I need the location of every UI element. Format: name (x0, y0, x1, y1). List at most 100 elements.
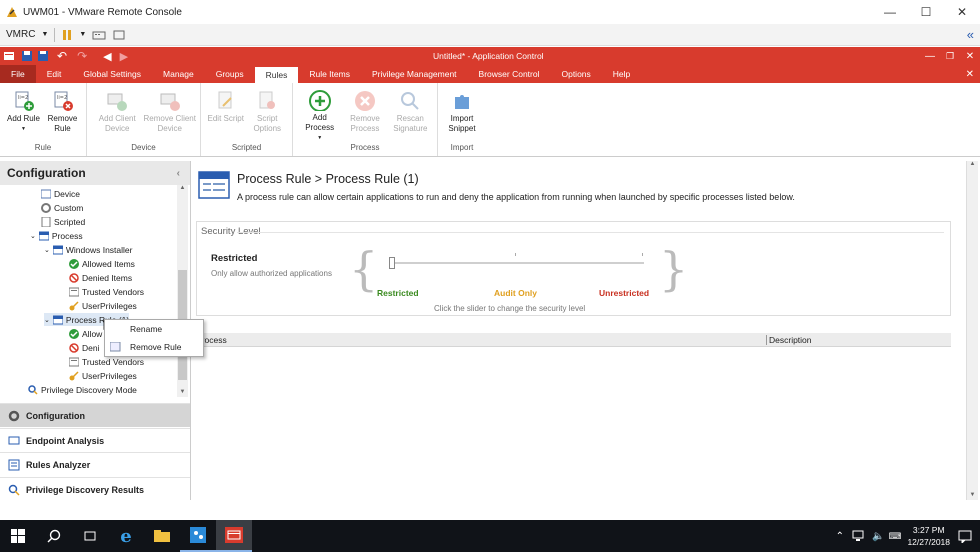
tree-item-user-privileges[interactable]: UserPrivileges (69, 299, 137, 312)
tree-item-denied-items-2[interactable]: Deni (69, 341, 99, 354)
context-menu-remove-rule[interactable]: Remove Rule (105, 338, 203, 356)
tree-item-trusted-vendors[interactable]: Trusted Vendors (69, 285, 144, 298)
taskbar-ie[interactable]: e (108, 520, 144, 552)
menu-groups[interactable]: Groups (205, 65, 255, 83)
show-hidden-icons-icon[interactable]: ⌃ (836, 531, 844, 542)
tree-item-windows-installer[interactable]: ⌄ Windows Installer (44, 243, 132, 256)
undo-icon[interactable]: ↶ (57, 49, 67, 63)
remove-rule-button[interactable]: li=2 Remove Rule (43, 83, 82, 143)
collapse-sidebar-icon[interactable]: ‹ (177, 168, 180, 179)
menu-rules[interactable]: Rules (254, 67, 299, 83)
level-label-audit-only[interactable]: Audit Only (494, 288, 537, 298)
start-button[interactable] (0, 520, 36, 552)
vmrc-toolbar: VMRC ▼ ▼ « (0, 24, 980, 46)
language-indicator[interactable]: ⌨ (888, 531, 901, 542)
menu-file[interactable]: File (0, 65, 36, 83)
chevron-down-icon[interactable]: ▼ (41, 31, 48, 38)
ribbon: li=2 Add Rule ▼ li=2 Remove Rule Rule Add… (0, 83, 980, 157)
tree-item-denied-items[interactable]: Denied Items (69, 271, 132, 284)
edit-script-button[interactable]: Edit Script (205, 83, 247, 143)
ribbon-collapse-icon[interactable]: ✕ (966, 69, 974, 80)
tree-item-allowed-items[interactable]: Allowed Items (69, 257, 135, 270)
app-restore-button[interactable]: ❐ (940, 51, 960, 62)
taskbar-file-explorer[interactable] (144, 520, 180, 552)
script-options-icon (259, 91, 276, 109)
fullscreen-icon[interactable] (112, 29, 126, 41)
security-slider[interactable] (389, 253, 644, 269)
tree-item-user-privileges-2[interactable]: UserPrivileges (69, 369, 137, 382)
menu-privilege-management[interactable]: Privilege Management (361, 65, 468, 83)
remove-client-device-button[interactable]: Remove Client Device (144, 83, 197, 143)
security-level-name: Restricted (211, 253, 258, 264)
taskbar-application-control[interactable] (216, 520, 252, 552)
level-label-unrestricted[interactable]: Unrestricted (599, 288, 649, 298)
menu-help[interactable]: Help (602, 65, 641, 83)
expand-icon[interactable]: ⌄ (30, 232, 36, 240)
slider-thumb[interactable] (389, 257, 395, 269)
scroll-down-icon[interactable]: ▼ (967, 492, 978, 498)
analyzer-icon (8, 459, 20, 470)
menu-global-settings[interactable]: Global Settings (72, 65, 152, 83)
main-panel: Process Rule > Process Rule (1) A proces… (195, 161, 967, 500)
nav-privilege-discovery-results[interactable]: Privilege Discovery Results (0, 477, 190, 501)
vmrc-title-bar: UWM01 - VMware Remote Console — ☐ ✕ (0, 0, 980, 24)
scroll-up-icon[interactable]: ▲ (177, 185, 188, 191)
search-button[interactable] (36, 520, 72, 552)
column-header-description[interactable]: Description (766, 335, 812, 345)
remove-rule-icon: li=2 (54, 91, 73, 111)
import-snippet-button[interactable]: Import Snippet (442, 83, 482, 143)
nav-endpoint-analysis[interactable]: Endpoint Analysis (0, 428, 190, 452)
forward-icon[interactable]: ▶ (120, 50, 128, 63)
menu-browser-control[interactable]: Browser Control (468, 65, 551, 83)
level-label-restricted[interactable]: Restricted (377, 288, 419, 298)
back-icon[interactable]: ◀ (103, 50, 111, 63)
expand-icon[interactable]: ⌄ (44, 316, 50, 324)
task-view-button[interactable] (72, 520, 108, 552)
app-minimize-button[interactable]: — (920, 51, 940, 62)
main-scrollbar[interactable]: ▲ ▼ (966, 161, 978, 500)
nav-configuration[interactable]: Configuration (0, 403, 190, 427)
minimize-button[interactable]: — (872, 0, 908, 24)
expand-icon[interactable]: ⌄ (44, 246, 50, 254)
menu-options[interactable]: Options (550, 65, 601, 83)
close-button[interactable]: ✕ (944, 0, 980, 24)
tree-item-privilege-discovery-mode[interactable]: Privilege Discovery Mode (28, 383, 137, 396)
add-client-device-button[interactable]: Add Client Device (91, 83, 144, 143)
tree-item-process[interactable]: ⌄ Process (30, 229, 83, 242)
tree-item-device[interactable]: Device (41, 187, 80, 200)
nav-rules-analyzer[interactable]: Rules Analyzer (0, 452, 190, 476)
tree-scrollbar[interactable]: ▲ ▼ (177, 185, 188, 397)
script-options-button[interactable]: Script Options (247, 83, 289, 143)
tree-item-allowed-items-2[interactable]: Allow (69, 327, 102, 340)
network-icon[interactable] (852, 530, 866, 542)
volume-icon[interactable]: 🔈 (872, 531, 884, 542)
menu-manage[interactable]: Manage (152, 65, 205, 83)
menu-edit[interactable]: Edit (36, 65, 73, 83)
vmrc-menu[interactable]: VMRC (6, 29, 35, 40)
save-icon[interactable] (21, 50, 33, 62)
tree-item-scripted[interactable]: Scripted (41, 215, 85, 228)
add-rule-button[interactable]: li=2 Add Rule ▼ (4, 83, 43, 143)
save-all-icon[interactable] (37, 50, 49, 62)
notifications-icon[interactable] (958, 529, 972, 543)
scroll-down-icon[interactable]: ▼ (177, 389, 188, 395)
add-process-button[interactable]: Add Process ▼ (297, 83, 342, 143)
rescan-signature-button[interactable]: Rescan Signature (388, 83, 433, 143)
collapse-toolbar-icon[interactable]: « (967, 27, 974, 42)
scroll-up-icon[interactable]: ▲ (967, 161, 978, 167)
pause-icon[interactable] (61, 29, 73, 41)
app-close-button[interactable]: ✕ (960, 51, 980, 62)
remove-process-button[interactable]: Remove Process (342, 83, 387, 143)
chevron-down-icon[interactable]: ▼ (79, 31, 86, 38)
context-menu-rename[interactable]: Rename (105, 320, 203, 338)
remove-device-icon (160, 93, 180, 111)
menu-rule-items[interactable]: Rule Items (298, 65, 361, 83)
send-keys-icon[interactable] (92, 29, 106, 41)
sidebar-header: Configuration ‹ (0, 161, 190, 185)
maximize-button[interactable]: ☐ (908, 0, 944, 24)
redo-icon[interactable]: ↷ (77, 49, 87, 63)
add-process-icon (308, 90, 331, 111)
clock[interactable]: 3:27 PM 12/27/2018 (907, 524, 950, 548)
taskbar-app-1[interactable] (180, 520, 216, 552)
tree-item-custom[interactable]: Custom (41, 201, 83, 214)
